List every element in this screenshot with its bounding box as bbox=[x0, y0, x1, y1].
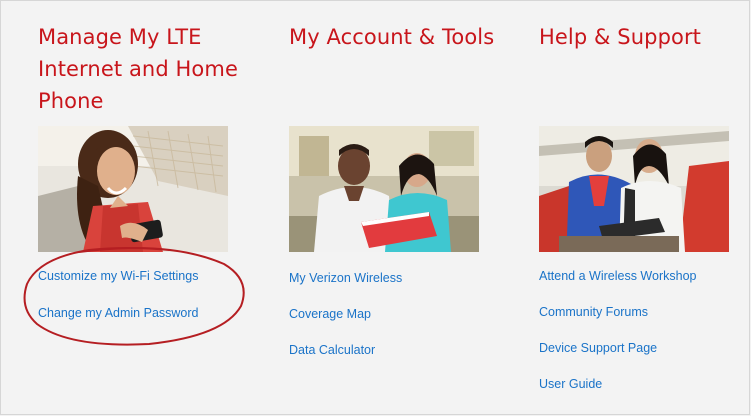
workshop-people-photo bbox=[539, 126, 729, 252]
column-title: Help & Support bbox=[539, 25, 702, 49]
customize-wifi-link[interactable]: Customize my Wi-Fi Settings bbox=[38, 269, 198, 283]
list-item: Customize my Wi-Fi Settings bbox=[38, 269, 199, 306]
list-item: Data Calculator bbox=[289, 343, 402, 379]
column-title: Manage My LTE Internet and Home Phone bbox=[38, 25, 238, 113]
change-admin-password-link[interactable]: Change my Admin Password bbox=[38, 306, 199, 320]
woman-with-phone-photo bbox=[38, 126, 228, 252]
list-item: My Verizon Wireless bbox=[289, 271, 402, 307]
list-item: Attend a Wireless Workshop bbox=[539, 269, 696, 305]
list-item: Coverage Map bbox=[289, 307, 402, 343]
list-item: User Guide bbox=[539, 377, 696, 413]
user-guide-link[interactable]: User Guide bbox=[539, 377, 602, 391]
community-forums-link[interactable]: Community Forums bbox=[539, 305, 648, 319]
support-panel: Manage My LTE Internet and Home Phone Cu… bbox=[0, 0, 750, 415]
account-tools-links: My Verizon Wireless Coverage Map Data Ca… bbox=[289, 271, 402, 379]
my-verizon-wireless-link[interactable]: My Verizon Wireless bbox=[289, 271, 402, 285]
manage-lte-links: Customize my Wi-Fi Settings Change my Ad… bbox=[38, 269, 199, 343]
account-tools-column: My Account & Tools My Verizon Wireless C… bbox=[289, 21, 519, 357]
help-support-column: Help & Support Attend a Wireless Worksho… bbox=[539, 21, 751, 391]
list-item: Community Forums bbox=[539, 305, 696, 341]
manage-lte-column: Manage My LTE Internet and Home Phone Cu… bbox=[38, 21, 268, 320]
device-support-page-link[interactable]: Device Support Page bbox=[539, 341, 657, 355]
coverage-map-link[interactable]: Coverage Map bbox=[289, 307, 371, 321]
people-with-tablet-photo bbox=[289, 126, 479, 252]
data-calculator-link[interactable]: Data Calculator bbox=[289, 343, 375, 357]
column-title: My Account & Tools bbox=[289, 25, 495, 49]
attend-workshop-link[interactable]: Attend a Wireless Workshop bbox=[539, 269, 696, 283]
help-support-links: Attend a Wireless Workshop Community For… bbox=[539, 269, 696, 413]
list-item: Change my Admin Password bbox=[38, 306, 199, 343]
list-item: Device Support Page bbox=[539, 341, 696, 377]
